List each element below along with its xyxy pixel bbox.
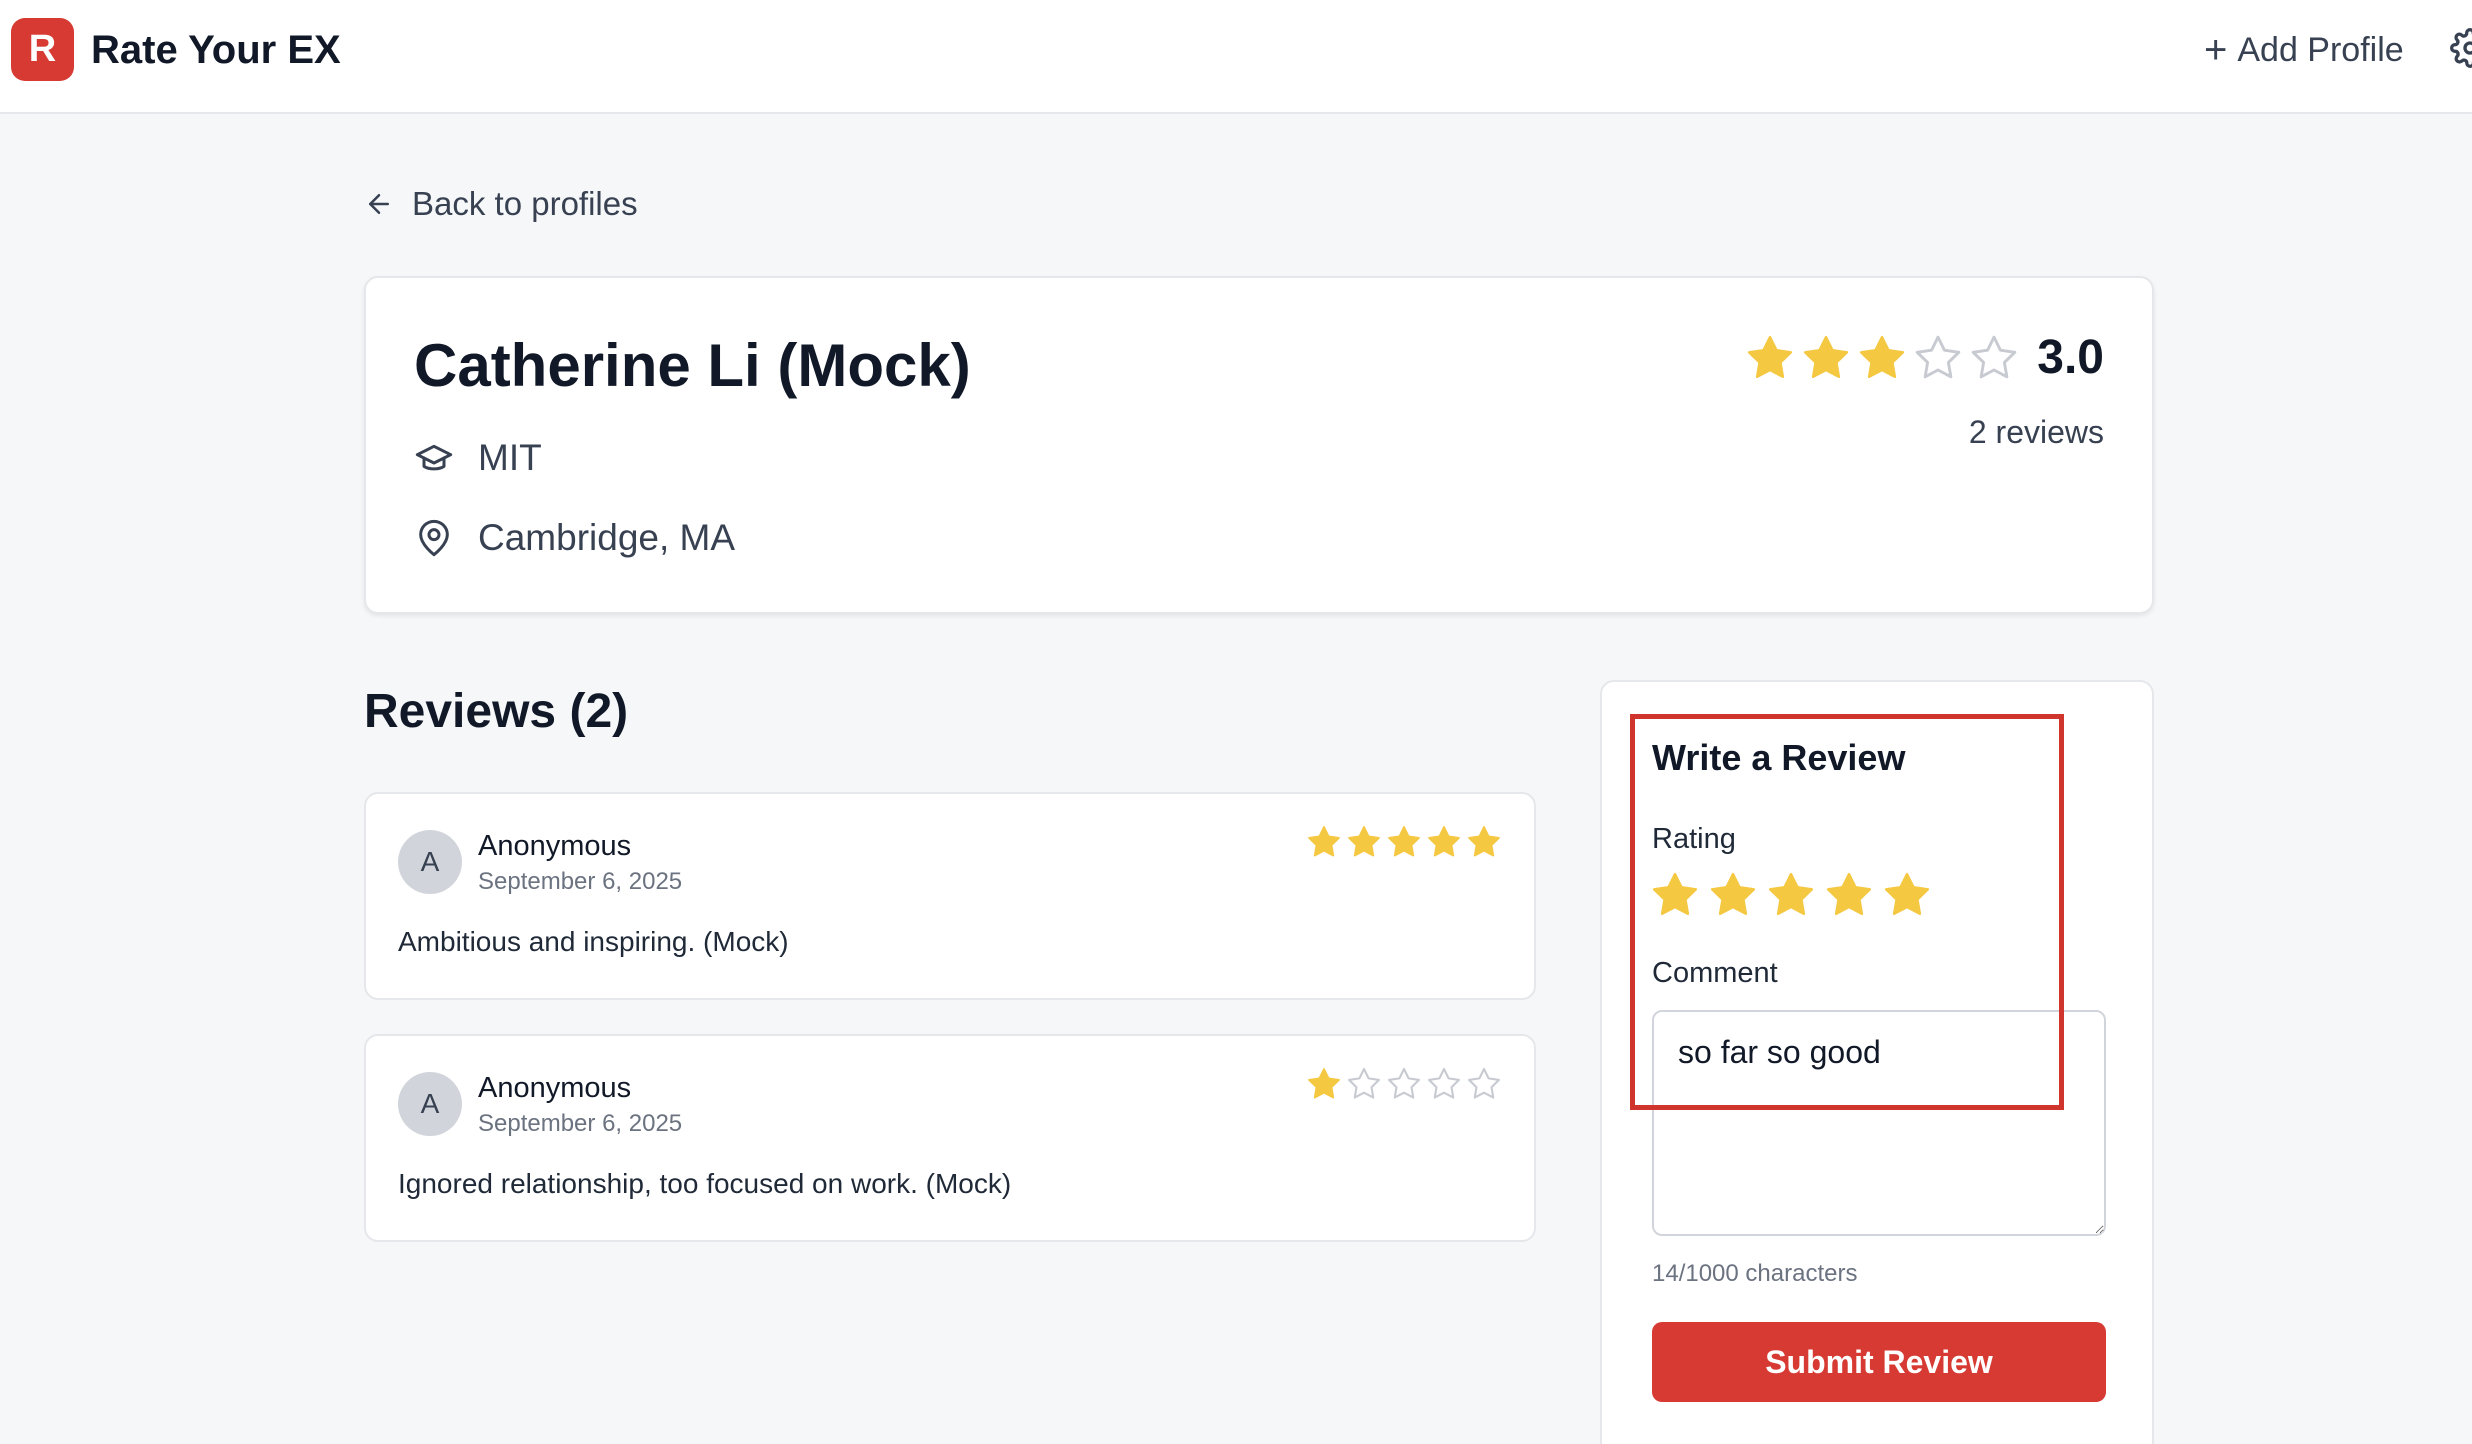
top-header: R Rate Your EX + Add Profile — [0, 0, 2472, 114]
rating-star-3-button[interactable] — [1766, 870, 1816, 923]
star-filled-icon[interactable] — [1766, 870, 1816, 920]
star-filled-icon — [1308, 826, 1340, 857]
star-filled-icon — [1804, 335, 1849, 379]
review-text: Ambitious and inspiring. (Mock) — [398, 926, 789, 957]
add-profile-button[interactable]: + Add Profile — [2204, 26, 2404, 74]
avatar: A — [398, 1072, 462, 1136]
star-empty-icon — [1427, 1067, 1461, 1099]
review-text: Ignored relationship, too focused on wor… — [398, 1168, 1012, 1199]
rating-star-5-button[interactable] — [1882, 870, 1932, 923]
arrow-left-icon — [369, 194, 389, 214]
review-stars — [1306, 824, 1502, 860]
star-filled-icon — [1748, 335, 1793, 379]
comment-textarea[interactable]: so far so good — [1652, 1010, 2106, 1236]
review-card: A Anonymous September 6, 2025 Ignored re… — [364, 1034, 1536, 1242]
review-card: A Anonymous September 6, 2025 Ambitious … — [364, 792, 1536, 1000]
star-filled-icon — [1388, 826, 1420, 857]
graduation-cap-icon — [415, 444, 453, 471]
logo-badge[interactable]: R — [11, 18, 74, 81]
school-label: MIT — [478, 437, 542, 478]
star-filled-icon[interactable] — [1650, 870, 1700, 920]
overall-rating: 3.0 — [1745, 328, 2104, 388]
review-author: Anonymous — [478, 1072, 632, 1104]
rating-star-2-button[interactable] — [1708, 870, 1758, 923]
back-to-profiles-link[interactable]: Back to profiles — [364, 182, 638, 226]
star-filled-icon — [1348, 826, 1380, 857]
write-review-card: Write a Review Rating Comment so far so … — [1600, 680, 2154, 1444]
app-title[interactable]: Rate Your EX — [91, 24, 341, 76]
character-count: 14/1000 characters — [1652, 1260, 1858, 1287]
plus-icon: + — [2204, 28, 2228, 72]
overall-score: 3.0 — [2037, 331, 2104, 384]
review-stars — [1306, 1066, 1502, 1102]
review-author: Anonymous — [478, 830, 632, 862]
profile-name: Catherine Li (Mock) — [414, 332, 971, 399]
location-label: Cambridge, MA — [478, 517, 736, 558]
star-filled-icon[interactable] — [1708, 870, 1758, 920]
star-filled-icon[interactable] — [1882, 870, 1932, 920]
reviews-heading: Reviews (2) — [364, 685, 629, 738]
profile-card: Catherine Li (Mock) MIT Cambridge, MA 3.… — [364, 276, 2154, 614]
profile-school: MIT — [414, 434, 542, 482]
write-review-title: Write a Review — [1652, 737, 1906, 778]
overall-stars — [1745, 333, 2019, 383]
star-filled-icon — [1428, 826, 1460, 857]
star-empty-icon — [1347, 1067, 1381, 1099]
star-empty-icon — [1387, 1067, 1421, 1099]
submit-review-button[interactable]: Submit Review — [1652, 1322, 2106, 1402]
add-profile-label: Add Profile — [2237, 31, 2404, 69]
review-date: September 6, 2025 — [478, 868, 683, 895]
rating-input[interactable] — [1650, 870, 1932, 923]
comment-label: Comment — [1652, 957, 1778, 989]
star-empty-icon — [1971, 335, 2017, 379]
profile-location: Cambridge, MA — [414, 514, 735, 562]
star-filled-icon — [1468, 826, 1500, 857]
review-date: September 6, 2025 — [478, 1110, 683, 1137]
review-count: 2 reviews — [1968, 414, 2104, 450]
map-pin-icon — [419, 519, 449, 557]
star-empty-icon — [1467, 1067, 1501, 1099]
star-empty-icon — [1915, 335, 1961, 379]
star-filled-icon[interactable] — [1824, 870, 1874, 920]
rating-star-1-button[interactable] — [1650, 870, 1700, 923]
gear-icon[interactable] — [2450, 28, 2472, 68]
star-filled-icon — [1308, 1068, 1340, 1099]
back-label: Back to profiles — [412, 185, 638, 222]
avatar: A — [398, 830, 462, 894]
star-filled-icon — [1860, 335, 1905, 379]
rating-label: Rating — [1652, 823, 1736, 855]
rating-star-4-button[interactable] — [1824, 870, 1874, 923]
